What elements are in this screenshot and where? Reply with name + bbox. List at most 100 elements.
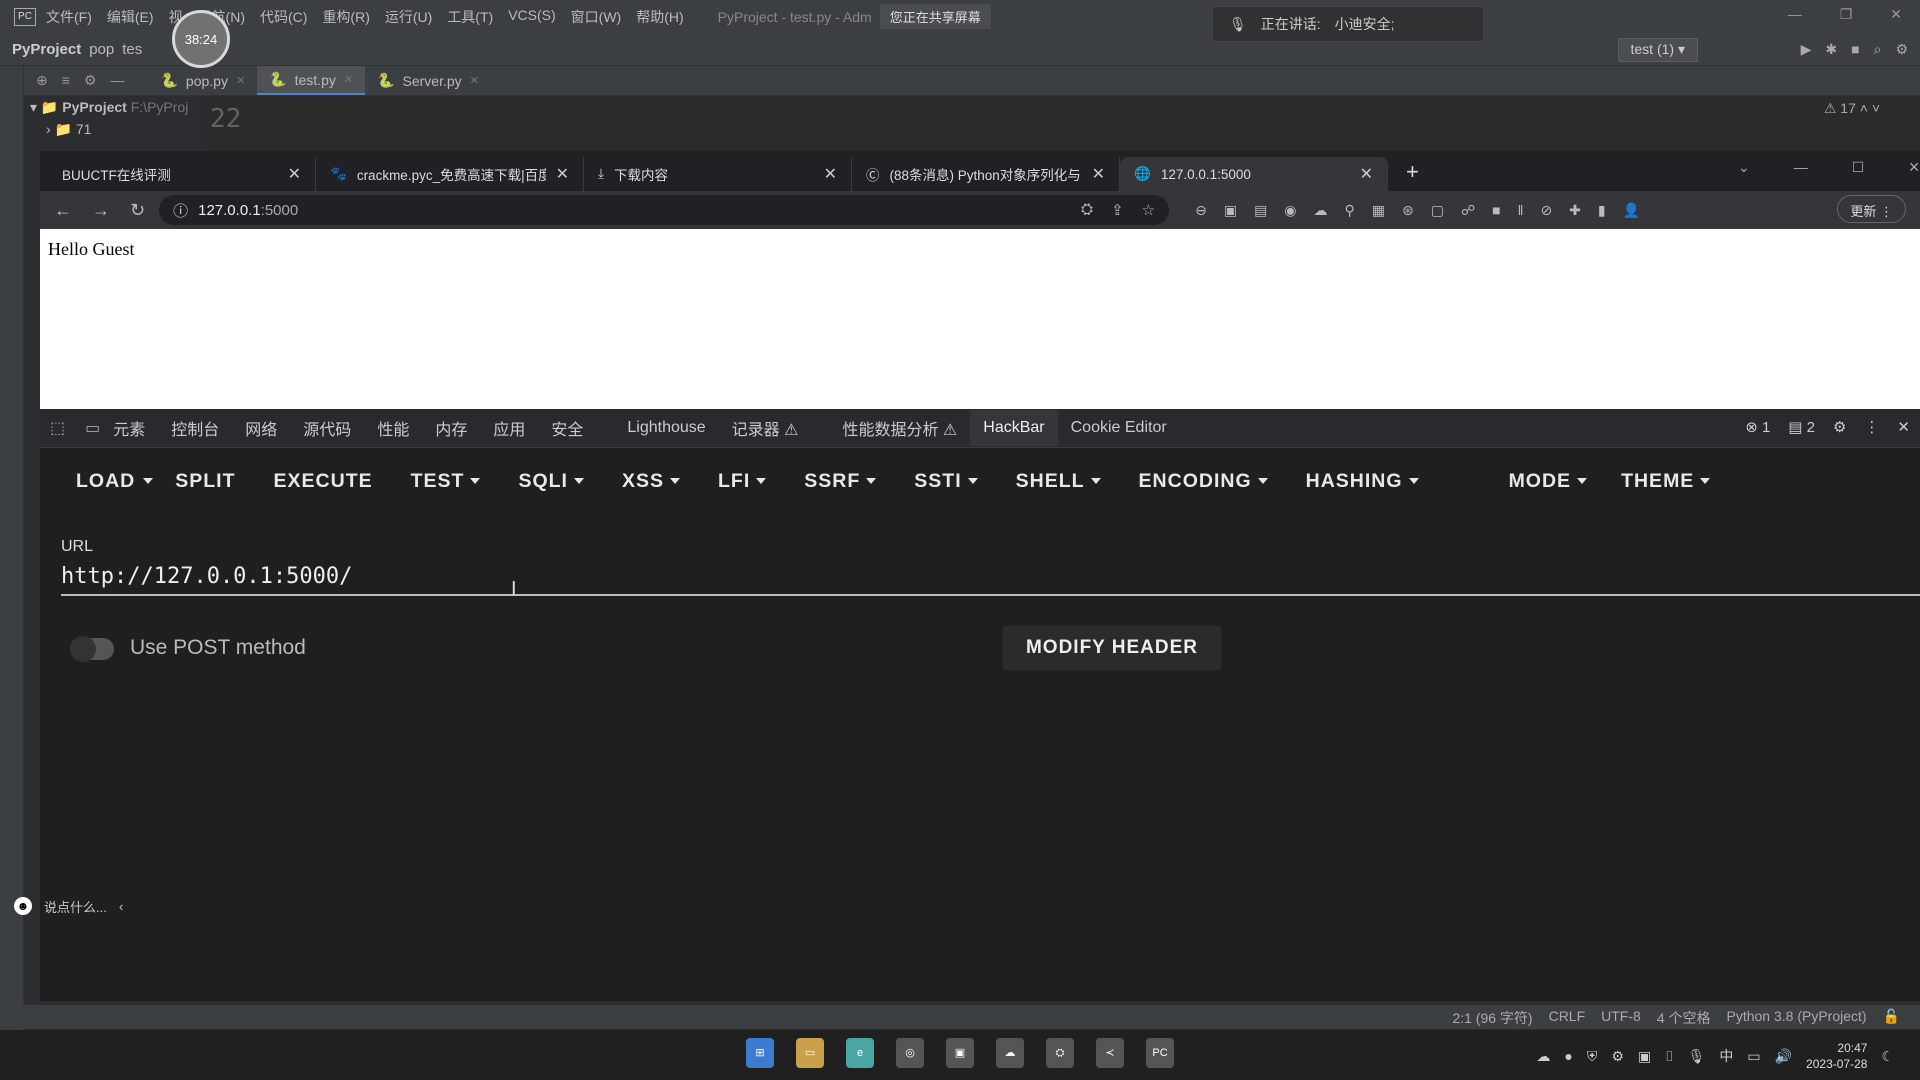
breadcrumb-folder[interactable]: pop [89,41,114,58]
tray-icon[interactable]: ⚙ [1611,1048,1624,1065]
file-encoding[interactable]: UTF-8 [1601,1008,1641,1028]
maximize-icon[interactable]: ☐ [1852,159,1865,176]
tray-icon[interactable]: ● [1564,1048,1572,1064]
tab-console[interactable]: 控制台 [158,407,232,449]
microphone-icon[interactable]: 🎙 [1688,1048,1706,1065]
update-button[interactable]: 更新 ⋮ [1837,195,1906,223]
message-count[interactable]: ▤ 2 [1788,418,1815,436]
hackbar-ssrf-button[interactable]: SSRF [804,470,877,493]
device-toolbar-icon[interactable]: ▭ [85,418,100,438]
menu-edit[interactable]: 编辑(E) [107,7,154,27]
collapse-icon[interactable]: ≡ [62,72,70,89]
extension-icon[interactable]: ▣ [1224,202,1237,219]
star-icon[interactable]: ☆ [1142,201,1155,219]
inspect-element-icon[interactable]: ⬚ [50,418,65,438]
tray-icon[interactable]: ▣ [1638,1048,1651,1065]
tray-icon[interactable]: ☁ [1536,1048,1550,1065]
new-tab-icon[interactable]: + [1406,159,1419,185]
profile-icon[interactable]: 👤 [1623,202,1640,219]
menu-tools[interactable]: 工具(T) [447,7,493,27]
share-icon[interactable]: ⇪ [1111,201,1124,219]
browser-tab-csdn[interactable]: Ⓒ (88条消息) Python对象序列化与 ✕ [852,157,1120,191]
side-panel-icon[interactable]: ▮ [1598,202,1606,219]
hackbar-test-button[interactable]: TEST [411,470,481,493]
gear-icon[interactable]: ⚙ [84,72,97,89]
extension-icon[interactable]: ◉ [1284,202,1296,219]
close-tab-icon[interactable]: ✕ [1092,164,1105,184]
vscode-icon[interactable]: ≺ [1096,1038,1124,1068]
clock[interactable]: 20:47 2023-07-28 [1806,1040,1867,1072]
file-explorer-icon[interactable]: ▭ [796,1038,824,1068]
inspection-warnings[interactable]: ⚠ 17 ˄ ˅ [1824,100,1880,117]
more-icon[interactable]: ⋮ [1864,418,1879,436]
hackbar-mode-button[interactable]: MODE [1509,470,1588,493]
hackbar-lfi-button[interactable]: LFI [718,470,767,493]
tab-hackbar[interactable]: HackBar [970,410,1058,446]
line-separator[interactable]: CRLF [1549,1008,1586,1028]
tab-memory[interactable]: 内存 [422,407,480,449]
close-tab-icon[interactable]: ✕ [556,164,569,184]
close-tab-icon[interactable]: ✕ [824,164,837,184]
tab-test-py[interactable]: 🐍 test.py ✕ [257,66,366,95]
translate-icon[interactable]: ⛭ [1081,201,1093,219]
hackbar-ssti-button[interactable]: SSTI [914,470,978,493]
extension-icon[interactable]: ⊘ [1540,202,1552,219]
extension-icon[interactable]: ▢ [1431,202,1444,219]
minimize-icon[interactable]: — [1788,6,1802,23]
menu-run[interactable]: 运行(U) [385,7,432,27]
tab-performance[interactable]: 性能 [364,407,422,449]
browser-tab-crackme[interactable]: 🐾 crackme.pyc_免费高速下载|百度 ✕ [316,157,584,191]
cursor-position[interactable]: 2:1 (96 字符) [1452,1008,1532,1028]
edge-icon[interactable]: e [846,1038,874,1068]
post-method-toggle[interactable] [70,636,114,662]
modify-header-button[interactable]: MODIFY HEADER [1003,626,1221,670]
extension-icon[interactable]: ▦ [1372,202,1385,219]
restore-icon[interactable]: ❐ [1840,6,1853,23]
tab-lighthouse[interactable]: Lighthouse [614,410,718,446]
extension-icon[interactable]: ⊖ [1195,202,1207,219]
menu-file[interactable]: 文件(F) [46,7,92,27]
lock-icon[interactable]: 🔓 [1883,1008,1900,1028]
menu-vcs[interactable]: VCS(S) [508,7,555,27]
ime-indicator[interactable]: 中 [1719,1046,1733,1066]
extension-icon[interactable]: ☁ [1314,202,1328,219]
hackbar-load-options-button[interactable] [143,478,154,484]
url-input[interactable]: http://127.0.0.1:5000/ [61,562,1920,596]
tab-pop-py[interactable]: 🐍 pop.py ✕ [148,66,257,95]
search-icon[interactable]: ⌕ [1874,41,1882,58]
back-icon[interactable]: ← [54,200,72,221]
hackbar-sqli-button[interactable]: SQLI [518,470,584,493]
menu-window[interactable]: 窗口(W) [571,7,622,27]
shield-icon[interactable]: ⛨ [1587,1048,1598,1065]
debug-icon[interactable]: ✱ [1825,41,1837,58]
pycharm-icon[interactable]: PC [1146,1038,1174,1068]
menu-refactor[interactable]: 重构(R) [322,7,369,27]
extension-icon[interactable]: ▤ [1254,202,1267,219]
chat-input[interactable]: ☻ 说点什么... ‹ [14,892,174,920]
reload-icon[interactable]: ↻ [130,200,145,221]
chevron-left-icon[interactable]: ‹ [119,899,123,914]
extension-icon[interactable]: ⚲ [1345,202,1355,219]
run-icon[interactable]: ▶ [1801,41,1812,58]
extension-icon[interactable]: ⊛ [1402,202,1414,219]
hackbar-split-button[interactable]: SPLIT [175,470,235,493]
hackbar-hashing-button[interactable]: HASHING [1306,470,1419,493]
tab-elements[interactable]: 元素 [100,407,158,449]
emoji-icon[interactable]: ☻ [14,897,32,915]
browser-tab-buuctf[interactable]: BUUCTF在线评测 ✕ [48,157,316,191]
puzzle-icon[interactable]: ✚ [1569,202,1581,219]
info-icon[interactable]: ⓘ [173,200,188,221]
browser-tab-downloads[interactable]: ⤓ 下载内容 ✕ [584,157,852,191]
address-bar[interactable]: ⓘ 127.0.0.1:5000 ⛭ ⇪ ☆ [159,195,1170,225]
browser-tab-localhost[interactable]: 🌐 127.0.0.1:5000 ✕ [1120,157,1388,191]
tree-root[interactable]: ▾ 📁 PyProject F:\PyProj [30,96,200,118]
close-tab-icon[interactable]: ✕ [470,74,479,87]
minimize-icon[interactable]: — [1794,159,1808,176]
network-icon[interactable]: ▭ [1747,1048,1760,1065]
notification-icon[interactable]: ☾ [1881,1048,1894,1065]
indent-setting[interactable]: 4 个空格 [1657,1008,1711,1028]
hackbar-load-button[interactable]: LOAD [76,470,135,493]
close-tab-icon[interactable]: ✕ [288,164,301,184]
tab-cookie-editor[interactable]: Cookie Editor [1058,410,1180,446]
close-icon[interactable]: ✕ [1897,418,1910,436]
